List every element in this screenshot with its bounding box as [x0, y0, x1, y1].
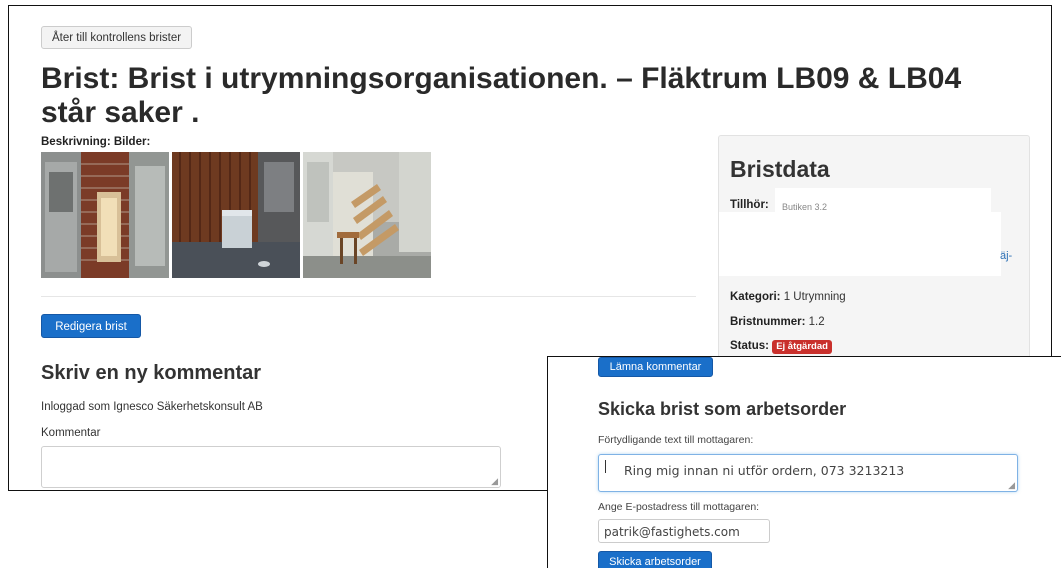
category-label: Kategori: [730, 291, 781, 303]
photo-thumbnail[interactable] [41, 152, 169, 278]
page-title: Brist: Brist i utrymningsorganisationen.… [41, 62, 962, 129]
belongs-value: Butiken 3.2 [782, 202, 828, 212]
edit-defect-button[interactable]: Redigera brist [41, 314, 141, 338]
text-caret [605, 460, 606, 473]
description-label: Beskrivning: Bilder: [41, 136, 151, 148]
email-field[interactable]: patrik@fastighets.com [598, 519, 770, 543]
email-label: Ange E-postadress till mottagaren: [598, 501, 760, 513]
status-row: Status: Ej åtgärdad [730, 340, 832, 354]
category-value: 1 Utrymning [783, 291, 846, 303]
category-row: Kategori: 1 Utrymning [730, 291, 846, 303]
photo-thumbnail[interactable] [172, 152, 300, 278]
leave-comment-button[interactable]: Lämna kommentar [598, 357, 713, 377]
truncated-link[interactable]: äj- [1000, 250, 1012, 262]
number-value: 1.2 [808, 316, 825, 328]
message-value: Ring mig innan ni utför ordern, 073 3213… [624, 463, 905, 478]
comment-label: Kommentar [41, 427, 101, 439]
message-textarea[interactable]: Ring mig innan ni utför ordern, 073 3213… [598, 454, 1018, 492]
photo-image [41, 152, 169, 278]
work-order-screenshot: Lämna kommentar Skicka brist som arbetso… [547, 356, 1061, 568]
email-value: patrik@fastighets.com [604, 525, 740, 539]
back-to-defects-button[interactable]: Åter till kontrollens brister [41, 26, 193, 49]
resize-handle-icon[interactable]: ◢ [491, 477, 498, 486]
message-label: Förtydligande text till mottagaren: [598, 434, 754, 446]
redaction-block [719, 212, 1001, 276]
resize-handle-icon[interactable]: ◢ [1008, 481, 1015, 490]
send-work-order-button[interactable]: Skicka arbetsorder [598, 551, 712, 568]
panel-title: Bristdata [730, 156, 830, 182]
status-label: Status: [730, 340, 769, 352]
comment-textarea[interactable]: ◢ [41, 446, 501, 488]
photo-image [303, 152, 431, 278]
photo-thumbnail[interactable] [303, 152, 431, 278]
comment-heading: Skriv en ny kommentar [41, 362, 262, 384]
belongs-row: Tillhör: [730, 199, 769, 211]
logged-in-text: Inloggad som Ignesco Säkerhetskonsult AB [41, 401, 263, 413]
number-label: Bristnummer: [730, 316, 806, 328]
number-row: Bristnummer: 1.2 [730, 316, 825, 328]
photo-image [172, 152, 300, 278]
belongs-label: Tillhör: [730, 199, 769, 211]
photo-gallery [41, 152, 431, 278]
work-order-heading: Skicka brist som arbetsorder [598, 399, 847, 419]
divider [41, 296, 696, 297]
status-badge: Ej åtgärdad [772, 340, 832, 354]
